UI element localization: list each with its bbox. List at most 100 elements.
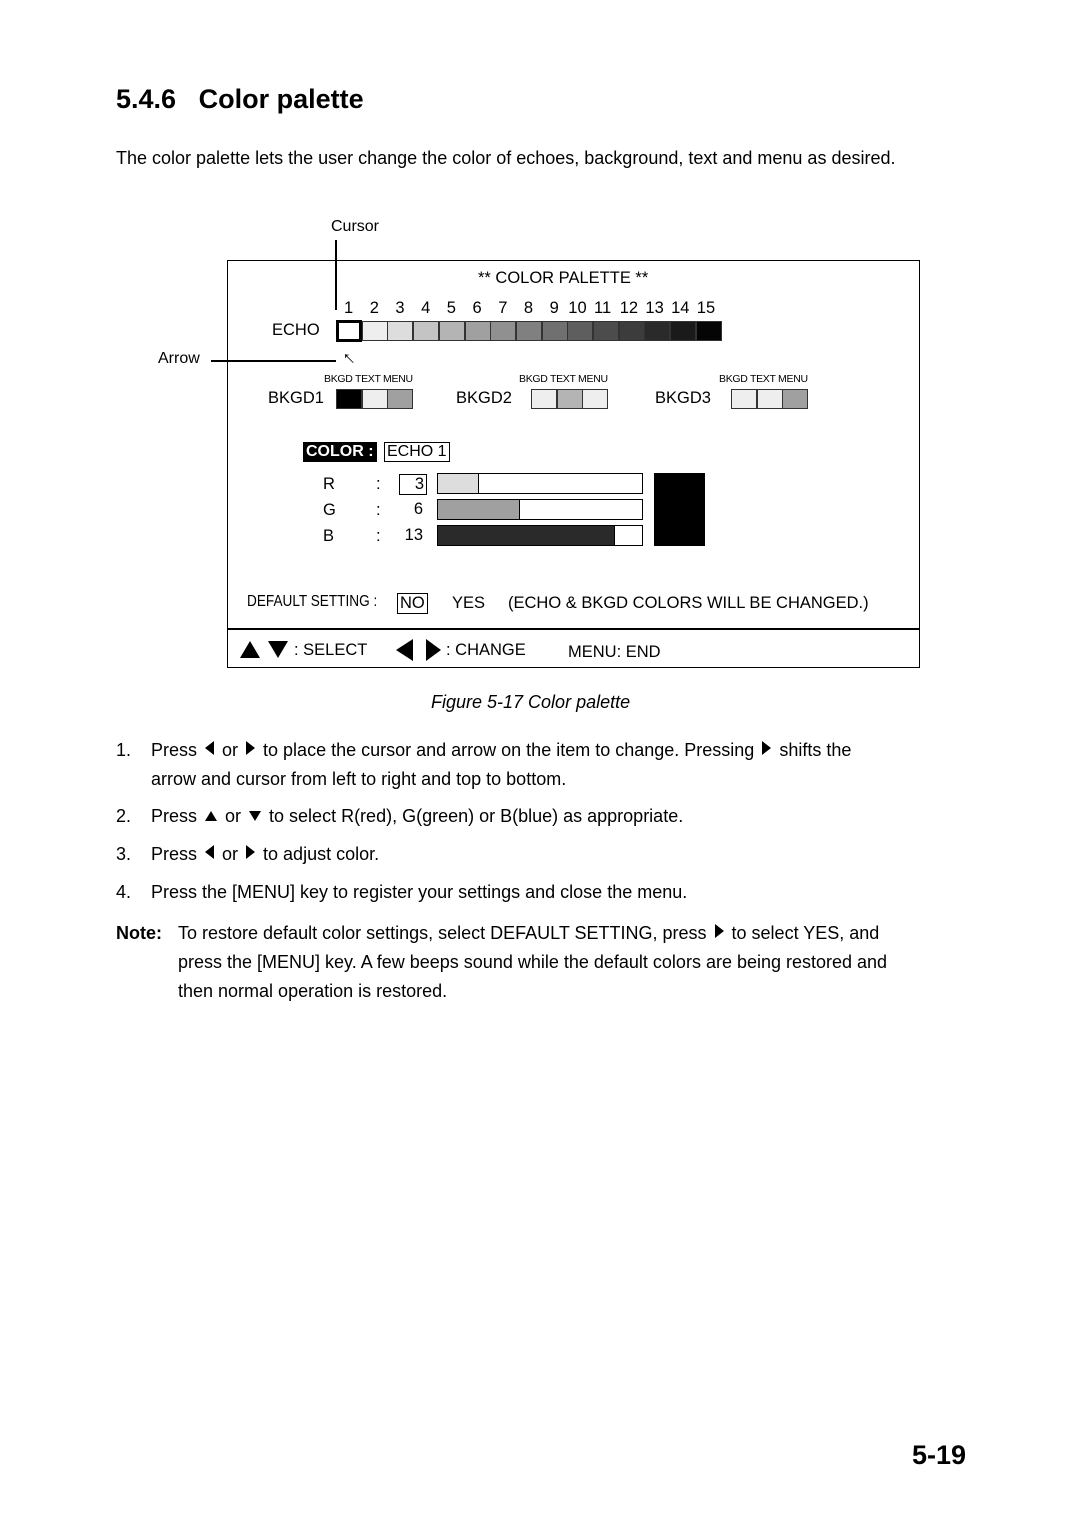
default-yes-option[interactable]: YES xyxy=(452,594,485,613)
bkgd-swatch[interactable] xyxy=(582,389,609,409)
step-text-part: Press xyxy=(151,844,198,864)
echo-swatch[interactable] xyxy=(515,321,542,341)
bkgd-label: BKGD2 xyxy=(456,389,512,407)
echo-swatch[interactable] xyxy=(490,321,517,341)
bkgd-column-header: BKGD TEXT MENU xyxy=(519,373,608,385)
step-number: 3. xyxy=(116,844,132,864)
echo-label: ECHO xyxy=(272,321,320,339)
echo-number-label: 8 xyxy=(523,299,534,317)
down-triangle-icon xyxy=(268,641,288,663)
rgb-channel-label: G xyxy=(323,501,336,519)
bkgd-swatch[interactable] xyxy=(531,389,557,409)
note-text-part: to select YES, and xyxy=(731,923,880,943)
rgb-colon: : xyxy=(376,501,381,519)
echo-swatch[interactable] xyxy=(336,320,362,342)
left-triangle-icon xyxy=(396,639,413,666)
echo-number-label: 14 xyxy=(671,299,690,317)
echo-swatch[interactable] xyxy=(670,321,697,341)
step-text-part: Press xyxy=(151,806,198,826)
down-triangle-icon xyxy=(249,811,262,821)
cursor-callout: Cursor xyxy=(331,218,380,235)
arrow-pointer-icon: ↑ xyxy=(337,346,360,370)
rgb-level-bar[interactable] xyxy=(437,525,643,546)
step-number: 2. xyxy=(116,806,132,826)
rgb-channel-label: R xyxy=(323,475,335,493)
step-text: Press or to select R(red), G(green) or B(b… xyxy=(151,802,683,831)
rgb-level-fill xyxy=(438,474,479,493)
color-value[interactable]: ECHO 1 xyxy=(384,442,450,462)
echo-swatch[interactable] xyxy=(387,321,414,341)
default-no-option[interactable]: NO xyxy=(397,593,428,614)
echo-swatch[interactable] xyxy=(464,321,491,341)
echo-number-label: 9 xyxy=(549,299,559,317)
step-text-continued: arrow and cursor from left to right and … xyxy=(151,769,567,789)
step-text-part: shifts the xyxy=(779,740,852,760)
bkgd-swatch[interactable] xyxy=(387,389,414,409)
echo-swatch[interactable] xyxy=(644,321,671,341)
echo-swatch[interactable] xyxy=(593,321,619,341)
echo-number-label: 10 xyxy=(568,299,587,317)
step-text-part: or xyxy=(222,844,239,864)
bkgd-column-header: BKGD TEXT MENU xyxy=(719,373,808,385)
menu-title: ** COLOR PALETTE ** xyxy=(478,269,649,287)
echo-swatch[interactable] xyxy=(541,321,568,341)
intro-paragraph: The color palette lets the user change t… xyxy=(116,148,896,168)
default-setting-label: DEFAULT SETTING : xyxy=(247,593,378,610)
rgb-colon: : xyxy=(376,527,381,545)
default-setting-note: (ECHO & BKGD COLORS WILL BE CHANGED.) xyxy=(508,594,869,612)
bkgd-swatch[interactable] xyxy=(361,389,388,409)
echo-swatch[interactable] xyxy=(695,321,722,341)
color-preview xyxy=(654,473,705,546)
echo-swatch[interactable] xyxy=(361,321,388,341)
echo-swatch[interactable] xyxy=(618,321,645,341)
rgb-value[interactable]: 6 xyxy=(399,500,425,519)
rgb-channel-label: B xyxy=(323,527,335,545)
bkgd-swatch[interactable] xyxy=(336,389,362,409)
rgb-level-fill xyxy=(438,526,615,545)
footer-menu-end: MENU: END xyxy=(568,643,661,661)
step-text-part: Press xyxy=(151,740,198,760)
note-label: Note: xyxy=(116,923,162,943)
echo-swatch[interactable] xyxy=(438,321,465,341)
manual-page: 5.4.6 Color palette The color palette le… xyxy=(0,0,1080,1528)
echo-number-label: 11 xyxy=(594,299,612,317)
footer-select: : SELECT xyxy=(294,641,368,659)
step-text-part: to place the cursor and arrow on the ite… xyxy=(263,740,755,760)
bkgd-swatch[interactable] xyxy=(731,389,757,409)
up-triangle-icon xyxy=(205,811,218,821)
echo-number-label: 5 xyxy=(446,299,456,317)
up-triangle-icon xyxy=(240,641,260,663)
step-number: 4. xyxy=(116,882,132,902)
note-text-continued: then normal operation is restored. xyxy=(178,981,448,1001)
echo-swatch[interactable] xyxy=(567,321,594,341)
rgb-level-bar[interactable] xyxy=(437,499,643,520)
rgb-value[interactable]: 3 xyxy=(399,474,427,495)
step-text-part: or xyxy=(225,806,242,826)
arrow-callout: Arrow xyxy=(158,350,200,367)
echo-number-label: 4 xyxy=(421,299,431,317)
bkgd-swatch[interactable] xyxy=(782,389,809,409)
echo-number-label: 6 xyxy=(472,299,482,317)
page-number: 5-19 xyxy=(912,1440,967,1470)
right-triangle-icon xyxy=(714,924,724,938)
footer-change: : CHANGE xyxy=(446,641,526,659)
figure-caption: Figure 5-17 Color palette xyxy=(431,692,631,712)
footer-divider xyxy=(228,628,919,630)
step-number: 1. xyxy=(116,740,132,760)
step-text: Press the [MENU] key to register your se… xyxy=(151,882,688,902)
left-triangle-icon xyxy=(205,845,215,859)
bkgd-swatch[interactable] xyxy=(556,389,583,409)
rgb-level-bar[interactable] xyxy=(437,473,643,494)
rgb-value[interactable]: 13 xyxy=(399,526,425,545)
echo-swatch[interactable] xyxy=(413,321,440,341)
rgb-colon: : xyxy=(376,475,381,493)
echo-number-label: 15 xyxy=(696,299,716,317)
bkgd-column-header: BKGD TEXT MENU xyxy=(324,373,413,385)
left-triangle-icon xyxy=(205,741,215,755)
step-text: Press or to adjust color. xyxy=(151,840,379,869)
echo-number-label: 12 xyxy=(619,299,639,317)
right-triangle-icon xyxy=(762,741,772,755)
step-text-part: to adjust color. xyxy=(263,844,380,864)
bkgd-label: BKGD3 xyxy=(655,389,711,407)
bkgd-swatch[interactable] xyxy=(756,389,783,409)
